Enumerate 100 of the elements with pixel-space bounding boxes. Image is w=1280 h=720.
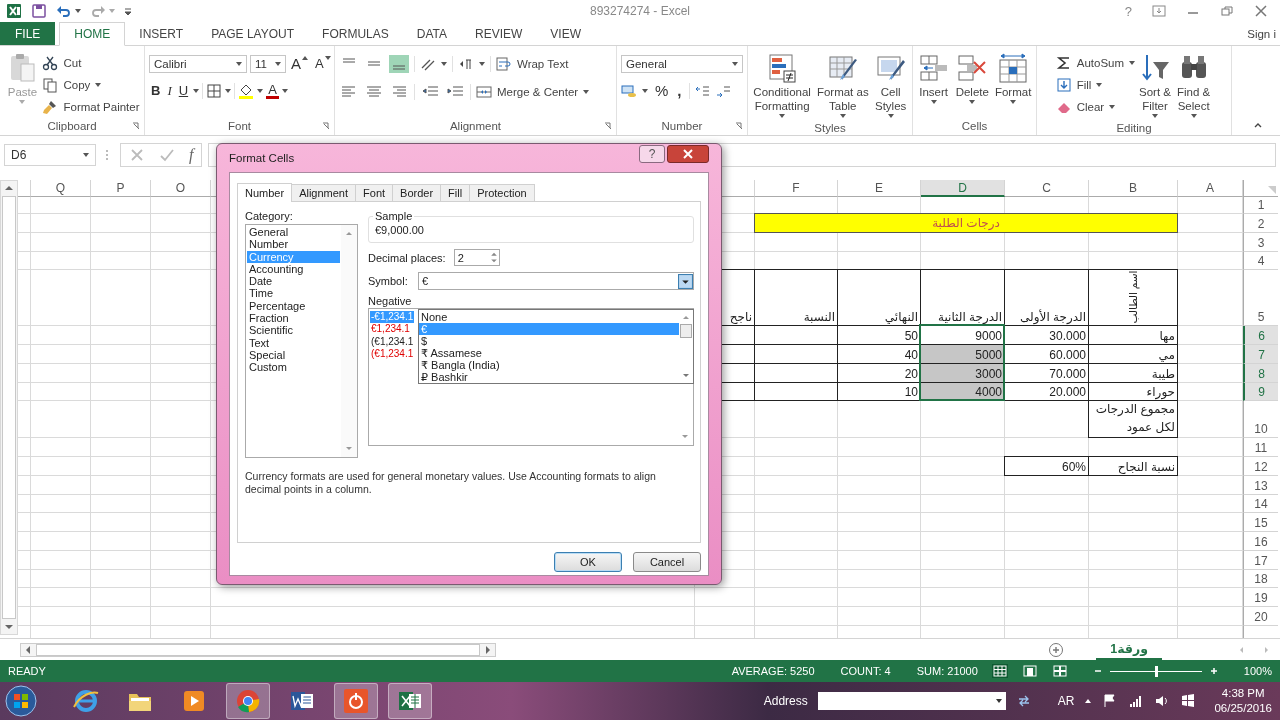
category-item[interactable]: Scientific xyxy=(247,324,340,337)
scrollbar-thumb[interactable] xyxy=(2,196,16,619)
scroll-down-icon[interactable] xyxy=(681,433,689,441)
dialog-tab[interactable]: Protection xyxy=(469,184,535,201)
row-header[interactable]: 8 xyxy=(1243,364,1278,383)
clock-date[interactable]: 06/25/2016 xyxy=(1214,701,1272,716)
font-color-button[interactable]: A xyxy=(266,83,279,99)
font-name-field[interactable]: Calibri xyxy=(149,55,247,73)
decimal-places-field[interactable]: 2 xyxy=(453,249,500,266)
sort-filter-button[interactable]: Sort & Filter xyxy=(1137,50,1174,120)
symbol-option[interactable]: ₹ Assamese xyxy=(419,347,679,359)
insert-button[interactable]: Insert xyxy=(915,50,952,106)
number-format-field[interactable]: General xyxy=(621,55,743,73)
dialog-tab[interactable]: Border xyxy=(392,184,442,201)
scroll-up-icon[interactable] xyxy=(682,313,690,321)
dialog-launcher-icon[interactable] xyxy=(604,122,612,130)
show-hidden-icons-icon[interactable] xyxy=(1084,697,1093,705)
category-item[interactable]: Special xyxy=(247,348,340,362)
category-item[interactable]: Number xyxy=(247,238,340,251)
file-tab[interactable]: FILE xyxy=(0,22,56,45)
caret-icon[interactable] xyxy=(225,89,232,93)
delete-button[interactable]: Delete xyxy=(953,50,991,106)
restore-icon[interactable] xyxy=(1220,5,1234,17)
sign-in-link[interactable]: Sign i xyxy=(1247,27,1280,40)
caret-icon[interactable] xyxy=(479,62,485,66)
ribbon-tab[interactable]: HOME xyxy=(59,22,126,46)
row-header[interactable]: 6 xyxy=(1243,326,1278,345)
normal-view-icon[interactable] xyxy=(991,664,1008,678)
ribbon-tab[interactable]: FORMULAS xyxy=(308,22,403,45)
dialog-launcher-icon[interactable] xyxy=(735,122,743,130)
start-orb-icon[interactable] xyxy=(4,684,38,718)
windows-flag-icon[interactable] xyxy=(1180,693,1197,709)
cell-styles-button[interactable]: Cell Styles xyxy=(872,50,909,120)
row-header[interactable]: 17 xyxy=(1243,551,1278,570)
redo-icon[interactable] xyxy=(90,3,106,19)
scroll-left-icon[interactable] xyxy=(24,644,32,655)
page-layout-view-icon[interactable] xyxy=(1021,664,1038,678)
page-break-view-icon[interactable] xyxy=(1051,664,1068,678)
percent-button[interactable]: % xyxy=(653,83,671,99)
wrap-text-button[interactable]: Wrap Text xyxy=(496,55,569,73)
column-header[interactable]: F xyxy=(755,180,838,197)
scrollbar-thumb[interactable] xyxy=(36,643,480,656)
symbol-option[interactable]: ₹ Bangla (India) xyxy=(419,359,679,371)
scroll-down-icon[interactable] xyxy=(682,372,690,380)
ribbon-tab[interactable]: DATA xyxy=(402,22,461,45)
help-button[interactable]: ? xyxy=(1124,3,1132,19)
row-header[interactable]: 10 xyxy=(1243,401,1278,438)
zoom-level[interactable]: 100% xyxy=(1243,665,1272,677)
ribbon-display-icon[interactable] xyxy=(1152,5,1166,17)
underline-button[interactable]: U xyxy=(176,83,191,99)
row-header[interactable]: 2 xyxy=(1243,214,1278,233)
symbol-dropdown[interactable]: € xyxy=(418,272,694,290)
row-header[interactable]: 5 xyxy=(1243,270,1278,326)
insert-function-button[interactable]: f xyxy=(189,146,194,164)
row-header[interactable]: 18 xyxy=(1243,570,1278,588)
increase-decimal-icon[interactable] xyxy=(694,83,711,99)
save-icon[interactable] xyxy=(31,3,47,19)
zoom-out-icon[interactable] xyxy=(1093,667,1102,675)
category-item[interactable]: Time xyxy=(247,287,340,300)
spinner-arrows-icon[interactable] xyxy=(488,250,499,265)
dialog-tab[interactable]: Alignment xyxy=(291,184,357,201)
row-header[interactable]: 14 xyxy=(1243,495,1278,513)
column-header[interactable]: E xyxy=(838,180,921,197)
taskbar-app[interactable] xyxy=(388,683,432,719)
dialog-tab[interactable]: Number xyxy=(237,183,293,202)
row-header[interactable]: 15 xyxy=(1243,513,1278,532)
close-button[interactable] xyxy=(667,145,709,163)
zoom-in-icon[interactable] xyxy=(1209,667,1218,675)
ribbon-tab[interactable]: VIEW xyxy=(536,22,595,45)
name-box[interactable]: D6 xyxy=(4,144,96,166)
format-as-table-button[interactable]: Format as Table xyxy=(814,50,871,120)
column-header[interactable]: P xyxy=(91,180,151,197)
symbol-option[interactable]: $ xyxy=(419,335,679,347)
symbol-option[interactable]: None xyxy=(419,311,679,323)
row-header[interactable]: 20 xyxy=(1243,607,1278,626)
dialog-tab[interactable]: Fill xyxy=(440,184,471,201)
customize-toolbar-icon[interactable] xyxy=(124,7,132,15)
row-header[interactable]: 12 xyxy=(1243,457,1278,476)
row-header[interactable]: 1 xyxy=(1243,197,1278,214)
cut-button[interactable]: Cut xyxy=(42,54,140,72)
shrink-font-button[interactable]: A xyxy=(313,56,333,72)
row-header[interactable]: 9 xyxy=(1243,383,1278,401)
column-header[interactable]: D xyxy=(921,180,1005,197)
taskbar-app[interactable] xyxy=(334,683,378,719)
category-item[interactable]: Accounting xyxy=(247,262,340,276)
clear-button[interactable]: Clear xyxy=(1055,98,1136,116)
add-sheet-icon[interactable] xyxy=(1048,641,1065,658)
cancel-button[interactable]: Cancel xyxy=(633,552,701,572)
ribbon-tab[interactable]: PAGE LAYOUT xyxy=(197,22,309,45)
column-header[interactable]: C xyxy=(1005,180,1089,197)
caret-icon[interactable] xyxy=(257,89,264,93)
scrollbar[interactable] xyxy=(0,180,18,635)
borders-icon[interactable] xyxy=(206,83,223,99)
scroll-right-icon[interactable] xyxy=(484,644,492,655)
symbol-option[interactable]: ₽ Bashkir xyxy=(419,371,679,383)
ribbon-tab[interactable]: INSERT xyxy=(125,22,198,45)
caret-icon[interactable] xyxy=(281,89,288,93)
find-select-button[interactable]: Find & Select xyxy=(1175,50,1213,120)
currency-icon[interactable] xyxy=(621,83,637,99)
row-header[interactable]: 4 xyxy=(1243,252,1278,270)
